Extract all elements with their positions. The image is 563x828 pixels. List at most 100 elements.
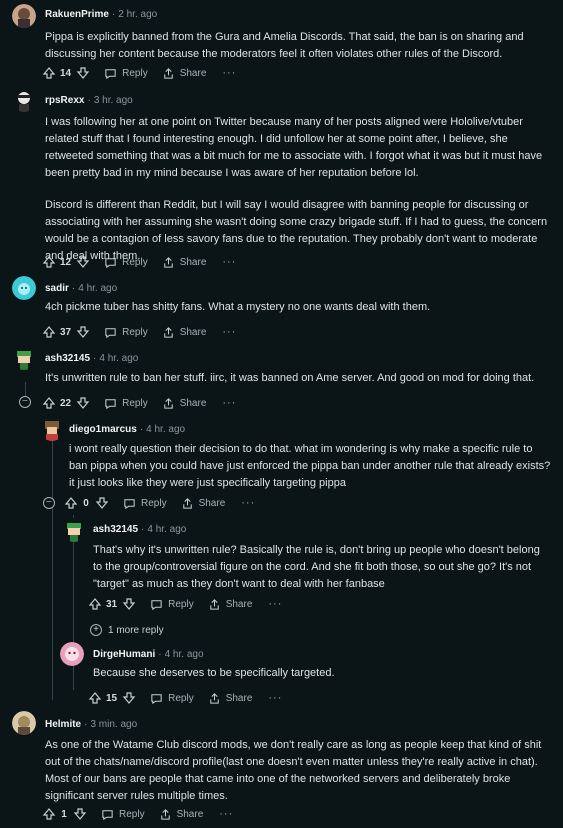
more-replies-link[interactable]: +1 more reply bbox=[90, 624, 164, 636]
comment-meta: RakuenPrime · 2 hr. ago bbox=[45, 8, 157, 22]
more-options-button[interactable]: ··· bbox=[222, 397, 236, 409]
author-name[interactable]: diego1marcus bbox=[69, 424, 137, 435]
reply-icon bbox=[102, 809, 113, 820]
share-button[interactable]: Share bbox=[162, 67, 206, 80]
reply-icon bbox=[105, 68, 116, 79]
comment-actions: 1 Reply Share ··· bbox=[42, 804, 233, 824]
comment-actions: 14 Reply Share ··· bbox=[42, 63, 236, 83]
comment-meta: Helmite · 3 min. ago bbox=[45, 718, 137, 732]
timestamp[interactable]: 3 hr. ago bbox=[94, 95, 133, 106]
avatar[interactable] bbox=[40, 417, 64, 441]
collapse-thread-button[interactable]: − bbox=[43, 497, 55, 509]
avatar[interactable] bbox=[12, 4, 36, 28]
author-name[interactable]: rpsRexx bbox=[45, 95, 84, 106]
timestamp[interactable]: 3 min. ago bbox=[90, 719, 137, 730]
comment-body: i wont really question their decision to… bbox=[69, 441, 551, 492]
timestamp[interactable]: 2 hr. ago bbox=[118, 9, 157, 20]
timestamp[interactable]: 4 hr. ago bbox=[147, 524, 186, 535]
author-name[interactable]: Helmite bbox=[45, 719, 81, 730]
share-button[interactable]: Share bbox=[208, 598, 253, 611]
avatar[interactable] bbox=[12, 711, 36, 735]
avatar[interactable] bbox=[12, 276, 36, 300]
author-name[interactable]: sadir bbox=[45, 283, 69, 294]
comment-text: I was following her at one point on Twit… bbox=[45, 116, 543, 179]
avatar[interactable] bbox=[12, 88, 36, 112]
separator-dot: · bbox=[111, 9, 116, 20]
upvote-icon[interactable] bbox=[88, 597, 102, 611]
reply-icon bbox=[151, 693, 162, 704]
comment-actions: 22 Reply Share ··· bbox=[42, 393, 236, 413]
upvote-icon[interactable] bbox=[64, 496, 78, 510]
downvote-icon[interactable] bbox=[76, 255, 90, 269]
comment-meta: rpsRexx · 3 hr. ago bbox=[45, 94, 133, 108]
reply-button[interactable]: Reply bbox=[104, 326, 148, 339]
avatar[interactable] bbox=[60, 642, 84, 666]
more-options-button[interactable]: ··· bbox=[222, 67, 236, 79]
reply-label: Reply bbox=[168, 598, 194, 610]
upvote-icon[interactable] bbox=[42, 255, 56, 269]
timestamp[interactable]: 4 hr. ago bbox=[99, 353, 138, 364]
reply-button[interactable]: Reply bbox=[104, 67, 148, 80]
downvote-icon[interactable] bbox=[76, 66, 90, 80]
comment-body: Because she deserves to be specifically … bbox=[93, 665, 551, 682]
more-options-button[interactable]: ··· bbox=[222, 326, 236, 338]
upvote-icon[interactable] bbox=[42, 325, 56, 339]
reply-button[interactable]: Reply bbox=[104, 397, 148, 410]
upvote-icon[interactable] bbox=[42, 66, 56, 80]
more-options-button[interactable]: ··· bbox=[241, 497, 255, 509]
share-icon bbox=[182, 497, 192, 509]
timestamp[interactable]: 4 hr. ago bbox=[146, 424, 185, 435]
comment-body: It's unwritten rule to ban her stuff. ii… bbox=[45, 370, 550, 387]
timestamp[interactable]: 4 hr. ago bbox=[78, 283, 117, 294]
author-name[interactable]: DirgeHumani bbox=[93, 649, 155, 660]
reply-button[interactable]: Reply bbox=[104, 256, 148, 269]
reply-icon bbox=[105, 257, 116, 268]
upvote-icon[interactable] bbox=[42, 396, 56, 410]
comment-actions: 12 Reply Share ··· bbox=[42, 252, 236, 272]
share-icon bbox=[163, 67, 173, 79]
reply-button[interactable]: Reply bbox=[101, 808, 145, 821]
vote-count: 15 bbox=[106, 692, 118, 704]
vote-count: 22 bbox=[60, 397, 72, 409]
share-button[interactable]: Share bbox=[181, 497, 225, 510]
reply-label: Reply bbox=[168, 692, 194, 704]
comment-meta: ash32145 · 4 hr. ago bbox=[45, 352, 138, 366]
downvote-icon[interactable] bbox=[76, 396, 90, 410]
vote-count: 12 bbox=[60, 256, 72, 268]
vote-count: 0 bbox=[83, 497, 89, 509]
reply-label: Reply bbox=[141, 497, 167, 509]
avatar[interactable] bbox=[62, 518, 86, 542]
more-options-button[interactable]: ··· bbox=[222, 256, 236, 268]
reply-button[interactable]: Reply bbox=[123, 497, 167, 510]
separator-dot: · bbox=[71, 283, 76, 294]
share-button[interactable]: Share bbox=[162, 326, 206, 339]
more-options-button[interactable]: ··· bbox=[219, 808, 233, 820]
reply-button[interactable]: Reply bbox=[150, 692, 194, 705]
downvote-icon[interactable] bbox=[122, 691, 136, 705]
share-button[interactable]: Share bbox=[208, 692, 252, 705]
upvote-icon[interactable] bbox=[88, 691, 102, 705]
more-options-button[interactable]: ··· bbox=[268, 692, 282, 704]
downvote-icon[interactable] bbox=[73, 807, 87, 821]
share-label: Share bbox=[225, 598, 253, 610]
downvote-icon[interactable] bbox=[76, 325, 90, 339]
share-button[interactable]: Share bbox=[162, 397, 206, 410]
downvote-icon[interactable] bbox=[122, 597, 136, 611]
separator-dot: · bbox=[158, 649, 162, 660]
comment-body: Pippa is explicitly banned from the Gura… bbox=[45, 29, 545, 63]
author-name[interactable]: RakuenPrime bbox=[45, 9, 109, 20]
share-button[interactable]: Share bbox=[162, 256, 206, 269]
author-name[interactable]: ash32145 bbox=[93, 524, 138, 535]
downvote-icon[interactable] bbox=[95, 496, 109, 510]
comment-body: As one of the Watame Club discord mods, … bbox=[45, 737, 550, 805]
collapse-thread-button[interactable]: − bbox=[19, 396, 31, 408]
share-button[interactable]: Share bbox=[159, 808, 204, 821]
comment-meta: diego1marcus · 4 hr. ago bbox=[69, 423, 185, 437]
more-options-button[interactable]: ··· bbox=[268, 598, 282, 610]
reply-button[interactable]: Reply bbox=[150, 598, 194, 611]
author-name[interactable]: ash32145 bbox=[45, 353, 90, 364]
share-label: Share bbox=[176, 808, 204, 820]
upvote-icon[interactable] bbox=[42, 807, 56, 821]
timestamp[interactable]: 4 hr. ago bbox=[165, 649, 204, 660]
avatar[interactable] bbox=[12, 346, 36, 370]
